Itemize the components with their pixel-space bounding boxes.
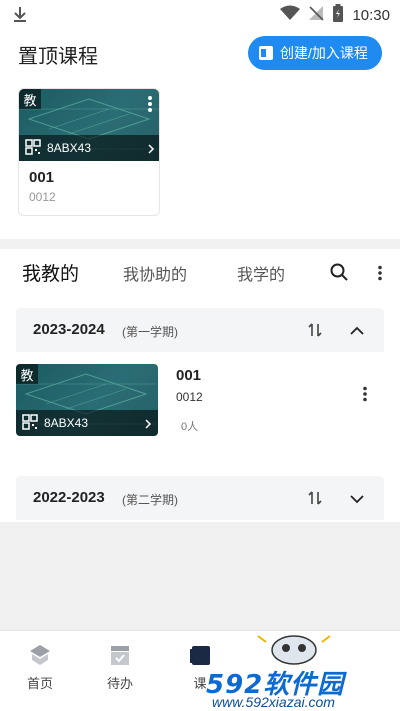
course-name: 001: [29, 169, 55, 186]
battery-icon: [332, 3, 344, 27]
qr-code-icon: [22, 413, 38, 433]
term-semester: (第一学期): [122, 325, 178, 339]
site-watermark: 592软件园 www.592xiazai.com: [198, 628, 400, 711]
pinned-course-card[interactable]: 教 8ABX43 001 0012: [18, 88, 160, 216]
clock: 10:30: [352, 6, 390, 24]
nav-todo[interactable]: 待办: [90, 643, 150, 693]
tab-teaching[interactable]: 我教的: [22, 259, 79, 286]
sort-icon[interactable]: [306, 321, 324, 339]
chevron-down-icon[interactable]: [349, 492, 365, 504]
status-bar: 10:30: [0, 0, 400, 30]
term-header[interactable]: 2023-2024 (第一学期): [16, 308, 384, 352]
sort-icon[interactable]: [306, 489, 324, 507]
more-options-icon[interactable]: [377, 265, 383, 281]
tab-assisting[interactable]: 我协助的: [123, 261, 187, 285]
course-code-bar[interactable]: 8ABX43: [19, 135, 159, 161]
header: 置顶课程 创建/加入课程: [0, 34, 400, 74]
member-count: 0人: [181, 421, 199, 433]
tab-learning[interactable]: 我学的: [237, 261, 285, 285]
nav-home-label: 首页: [26, 676, 53, 691]
teacher-badge: 教: [19, 89, 41, 109]
chevron-up-icon[interactable]: [349, 324, 365, 336]
teacher-badge: 教: [16, 364, 38, 384]
course-thumbnail: 教 8ABX43: [16, 364, 158, 436]
course-thumbnail: 教 8ABX43: [19, 89, 159, 161]
home-icon: [28, 643, 52, 667]
qr-code-icon: [25, 138, 41, 158]
create-button-label: 创建/加入课程: [280, 45, 368, 61]
term-year: 2023-2024: [33, 321, 105, 338]
term-year: 2022-2023: [33, 489, 105, 506]
mascot-icon: [257, 635, 331, 665]
course-code: 8ABX43: [44, 416, 89, 430]
course-code: 8ABX43: [47, 141, 92, 155]
chevron-right-icon: [147, 143, 155, 154]
nav-todo-label: 待办: [106, 676, 133, 691]
chevron-right-icon: [144, 418, 152, 429]
search-icon[interactable]: [330, 263, 348, 281]
download-icon: [10, 5, 30, 25]
page-title: 置顶课程: [18, 46, 98, 68]
term-header[interactable]: 2022-2023 (第二学期): [16, 476, 384, 520]
join-course-icon: [258, 45, 274, 61]
course-tabs: 我教的 我协助的 我学的: [0, 253, 400, 293]
wifi-icon: [280, 5, 301, 26]
course-number: 0012: [176, 390, 203, 404]
section-divider: [0, 239, 400, 249]
empty-area: [0, 522, 400, 630]
course-code-bar[interactable]: 8ABX43: [16, 410, 158, 436]
nav-home[interactable]: 首页: [10, 643, 70, 693]
todo-icon: [108, 643, 132, 667]
course-number: 0012: [29, 190, 56, 204]
create-join-course-button[interactable]: 创建/加入课程: [248, 36, 382, 70]
course-name: 001: [176, 367, 202, 384]
watermark-url: www.592xiazai.com: [212, 694, 335, 710]
more-options-icon[interactable]: [362, 386, 368, 402]
course-row[interactable]: 教 8ABX43 001 0012 0人: [16, 364, 384, 444]
term-semester: (第二学期): [122, 493, 178, 507]
no-signal-icon: [308, 5, 325, 26]
more-options-icon[interactable]: [147, 95, 153, 113]
